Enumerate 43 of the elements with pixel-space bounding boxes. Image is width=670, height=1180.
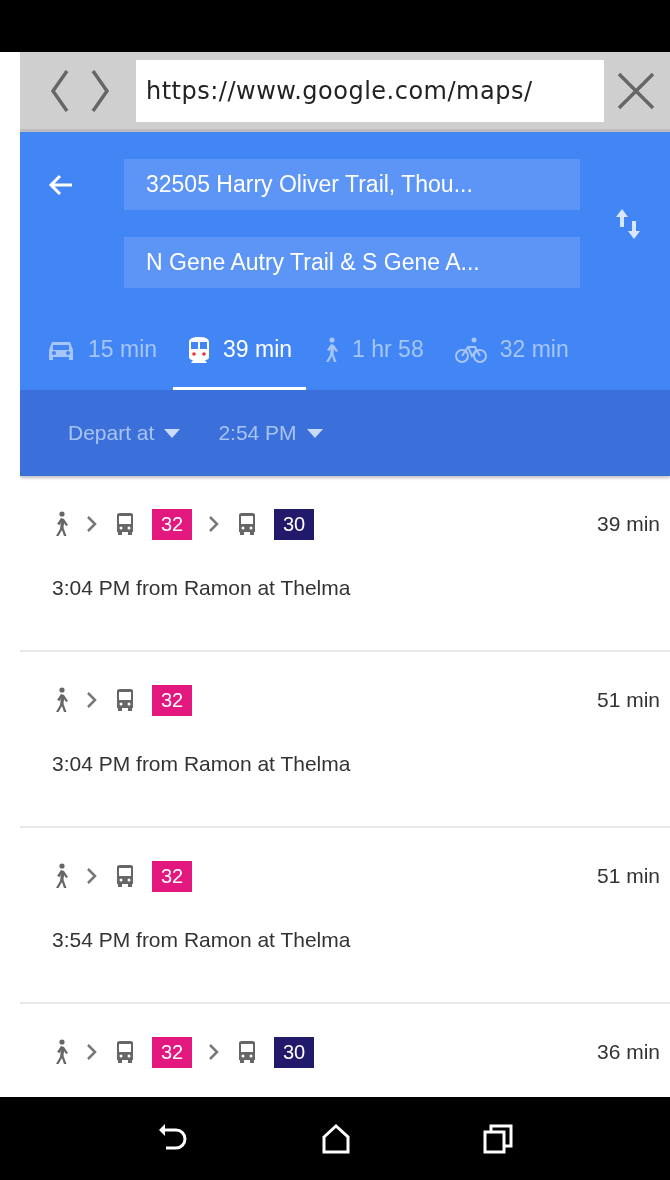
bus-icon [114,688,136,712]
route-option[interactable]: 32 30 39 min 3:04 PM from Ramon at Thelma [20,476,670,652]
back-arrow-icon [48,173,74,197]
caret-icon [164,428,181,438]
bus-icon [236,1040,258,1064]
route-option[interactable]: 32 51 min 3:54 PM from Ramon at Thelma [20,828,670,1004]
recent-apps-button[interactable] [482,1122,515,1155]
url-field[interactable]: https://www.google.com/maps/ [136,59,604,122]
route-duration: 39 min [596,512,660,536]
home-button[interactable] [321,1122,351,1155]
caret-icon [306,428,323,438]
route-departure-text: 3:54 PM from Ramon at Thelma [52,928,352,952]
time-dropdown[interactable]: 2:54 PM [218,421,323,445]
chevron-icon [86,867,98,885]
train-icon [187,335,212,364]
travel-mode-tab[interactable]: 32 min [439,312,583,390]
route-duration: 36 min [596,1040,660,1064]
bus-line-badge: 30 [274,1036,314,1068]
chevron-icon [86,515,98,533]
depart-dropdown[interactable]: Depart at [68,421,181,445]
bus-line-badge: 32 [152,684,192,716]
route-duration: 51 min [596,864,660,888]
bus-line-badge: 30 [274,508,314,540]
bus-icon [236,512,258,536]
bus-icon [114,512,136,536]
bus-icon [114,864,136,888]
chevron-icon [208,1043,220,1061]
bus-icon [114,1040,136,1064]
travel-mode-tab[interactable]: 1 hr 58 [308,312,438,390]
route-option[interactable]: 32 51 min 3:04 PM from Ramon at Thelma [20,652,670,828]
route-duration: 51 min [596,688,660,712]
chevron-icon [86,1043,98,1061]
origin-field[interactable]: 32505 Harry Oliver Trail, Thou... [124,159,580,210]
chevron-icon [208,515,220,533]
bus-line-badge: 32 [152,860,192,892]
destination-field[interactable]: N Gene Autry Trail & S Gene A... [124,237,580,288]
route-departure-text: 3:04 PM from Ramon at Thelma [52,752,352,776]
route-departure-text: 3:04 PM from Ramon at Thelma [52,576,352,600]
bus-line-badge: 32 [152,508,192,540]
bus-line-badge: 32 [152,1036,192,1068]
bicycle-icon [453,335,488,364]
chevron-icon [86,691,98,709]
travel-mode-tab[interactable]: 15 min [32,312,172,390]
